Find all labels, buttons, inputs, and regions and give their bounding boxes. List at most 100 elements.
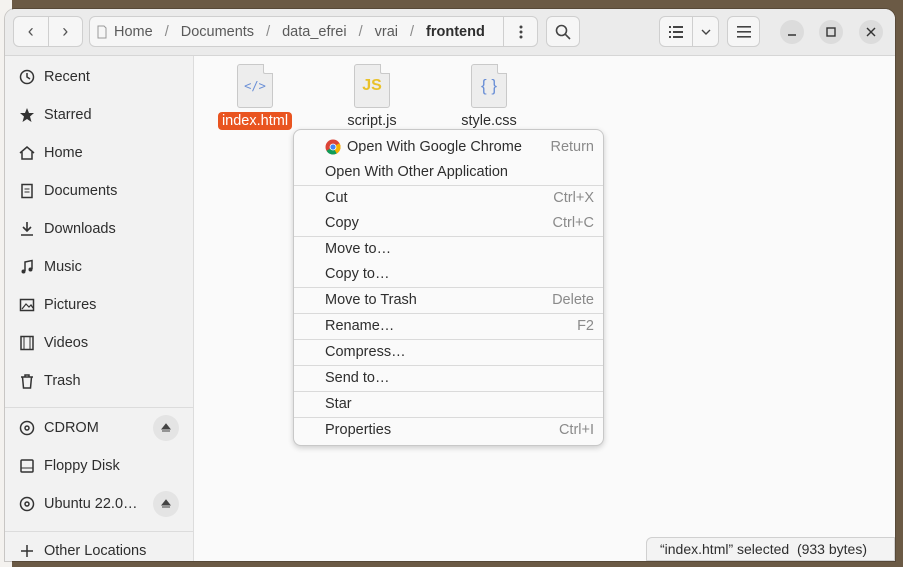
sidebar-item-label: Downloads	[44, 221, 116, 237]
menu-item-properties[interactable]: Properties Ctrl+I	[294, 417, 603, 442]
picture-icon	[18, 296, 36, 314]
sidebar-item-label: CDROM	[44, 420, 99, 436]
menu-item-open-chrome[interactable]: Open With Google Chrome Return	[294, 134, 603, 159]
menu-item-compress[interactable]: Compress…	[294, 339, 603, 364]
sidebar-item-label: Music	[44, 259, 82, 275]
sidebar-item-trash[interactable]: Trash	[5, 363, 193, 399]
selection-status: “index.html” selected (933 bytes)	[660, 541, 867, 557]
menu-item-move-to[interactable]: Move to…	[294, 236, 603, 261]
eject-icon	[161, 499, 171, 508]
menu-item-cut[interactable]: Cut Ctrl+X	[294, 185, 603, 210]
menu-item-label: Rename…	[325, 317, 395, 334]
search-button[interactable]	[546, 16, 580, 47]
view-switcher	[659, 16, 719, 47]
menu-item-accel: F2	[577, 317, 594, 334]
file-name: script.js	[347, 113, 397, 129]
menu-item-label: Copy	[325, 214, 359, 231]
sidebar-item-label: Trash	[44, 373, 81, 389]
hamburger-icon	[736, 25, 751, 38]
home-icon	[18, 144, 36, 162]
sidebar-divider	[5, 531, 193, 532]
file-item-script-js[interactable]: JS script.js	[317, 64, 427, 130]
breadcrumb-documents[interactable]: Documents	[181, 24, 254, 40]
sidebar-item-cdrom[interactable]: CDROM	[5, 410, 193, 446]
menu-item-label: Move to…	[325, 240, 392, 257]
view-options-button[interactable]	[693, 17, 718, 46]
maximize-button[interactable]	[819, 20, 843, 44]
breadcrumb-data-efrei[interactable]: data_efrei	[282, 24, 347, 40]
sidebar-item-videos[interactable]: Videos	[5, 325, 193, 361]
menu-item-accel: Ctrl+I	[558, 421, 594, 438]
sidebar-item-downloads[interactable]: Downloads	[5, 211, 193, 247]
file-name: index.html	[217, 112, 293, 130]
breadcrumb-home[interactable]: Home	[114, 24, 153, 40]
sidebar-item-label: Recent	[44, 69, 90, 85]
sidebar-item-label: Videos	[44, 335, 89, 351]
breadcrumb-vrai[interactable]: vrai	[375, 24, 398, 40]
file-glyph: JS	[362, 77, 382, 94]
breadcrumb-separator: /	[266, 23, 271, 40]
disc-icon	[18, 495, 36, 513]
sidebar-item-recent[interactable]: Recent	[5, 59, 193, 95]
search-icon	[555, 24, 571, 40]
vertical-dots-icon	[519, 25, 522, 38]
sidebar-item-home[interactable]: Home	[5, 135, 193, 171]
menu-item-rename[interactable]: Rename… F2	[294, 313, 603, 338]
menu-item-copy-to[interactable]: Copy to…	[294, 261, 603, 286]
menu-item-label: Properties	[325, 421, 392, 438]
menu-item-label: Open With Google Chrome	[347, 138, 522, 155]
eject-button[interactable]	[153, 491, 179, 517]
close-button[interactable]	[859, 20, 883, 44]
sidebar-item-other-locations[interactable]: Other Locations	[5, 533, 193, 561]
menu-item-label: Compress…	[325, 343, 406, 360]
sidebar-item-music[interactable]: Music	[5, 249, 193, 285]
sidebar: Recent Starred Home Documents Downloads …	[5, 56, 194, 561]
list-icon	[669, 25, 684, 38]
context-menu: Open With Google Chrome Return Open With…	[293, 129, 604, 446]
menu-item-star[interactable]: Star	[294, 391, 603, 416]
menu-item-label: Star	[325, 395, 352, 412]
menu-item-copy[interactable]: Copy Ctrl+C	[294, 210, 603, 235]
file-glyph: { }	[480, 76, 498, 95]
minimize-icon	[788, 34, 796, 36]
sidebar-item-pictures[interactable]: Pictures	[5, 287, 193, 323]
path-menu-button[interactable]	[503, 17, 537, 46]
file-item-style-css[interactable]: { } style.css	[434, 64, 544, 130]
menu-item-send-to[interactable]: Send to…	[294, 365, 603, 390]
plus-icon	[18, 542, 36, 560]
maximize-icon	[826, 27, 836, 37]
sidebar-divider	[5, 407, 193, 408]
sidebar-item-floppy[interactable]: Floppy Disk	[5, 448, 193, 484]
css-file-icon: { }	[471, 64, 507, 108]
breadcrumb-separator: /	[164, 23, 169, 40]
breadcrumb-current[interactable]: frontend	[426, 24, 485, 40]
trash-icon	[18, 372, 36, 390]
forward-button[interactable]: ›	[49, 17, 83, 46]
folder-path-icon	[90, 25, 114, 39]
sidebar-item-label: Home	[44, 145, 83, 161]
menu-item-label: Cut	[325, 189, 348, 206]
sidebar-item-documents[interactable]: Documents	[5, 173, 193, 209]
menu-item-open-other[interactable]: Open With Other Application	[294, 159, 603, 184]
sidebar-item-ubuntu[interactable]: Ubuntu 22.0…	[5, 486, 193, 522]
sidebar-item-starred[interactable]: Starred	[5, 97, 193, 133]
menu-item-move-to-trash[interactable]: Move to Trash Delete	[294, 287, 603, 312]
chrome-icon	[325, 139, 341, 155]
list-view-button[interactable]	[660, 17, 694, 46]
menu-item-accel: Ctrl+X	[553, 189, 594, 206]
back-button[interactable]: ‹	[14, 17, 49, 46]
status-bar: “index.html” selected (933 bytes)	[646, 537, 895, 561]
eject-button[interactable]	[153, 415, 179, 441]
main-menu-button[interactable]	[727, 16, 760, 47]
sidebar-item-label: Documents	[44, 183, 118, 199]
document-icon	[18, 182, 36, 200]
path-bar: Home / Documents / data_efrei / vrai / f…	[89, 16, 538, 47]
minimize-button[interactable]	[780, 20, 804, 44]
file-item-index-html[interactable]: </> index.html	[200, 64, 310, 130]
menu-item-label: Copy to…	[325, 265, 390, 282]
header-bar: ‹ › Home / Documents / data_efrei / vrai…	[5, 9, 895, 56]
sidebar-item-label: Other Locations	[44, 543, 147, 559]
file-name: style.css	[461, 113, 517, 129]
menu-item-label: Open With Other Application	[325, 163, 508, 180]
star-icon	[18, 106, 36, 124]
